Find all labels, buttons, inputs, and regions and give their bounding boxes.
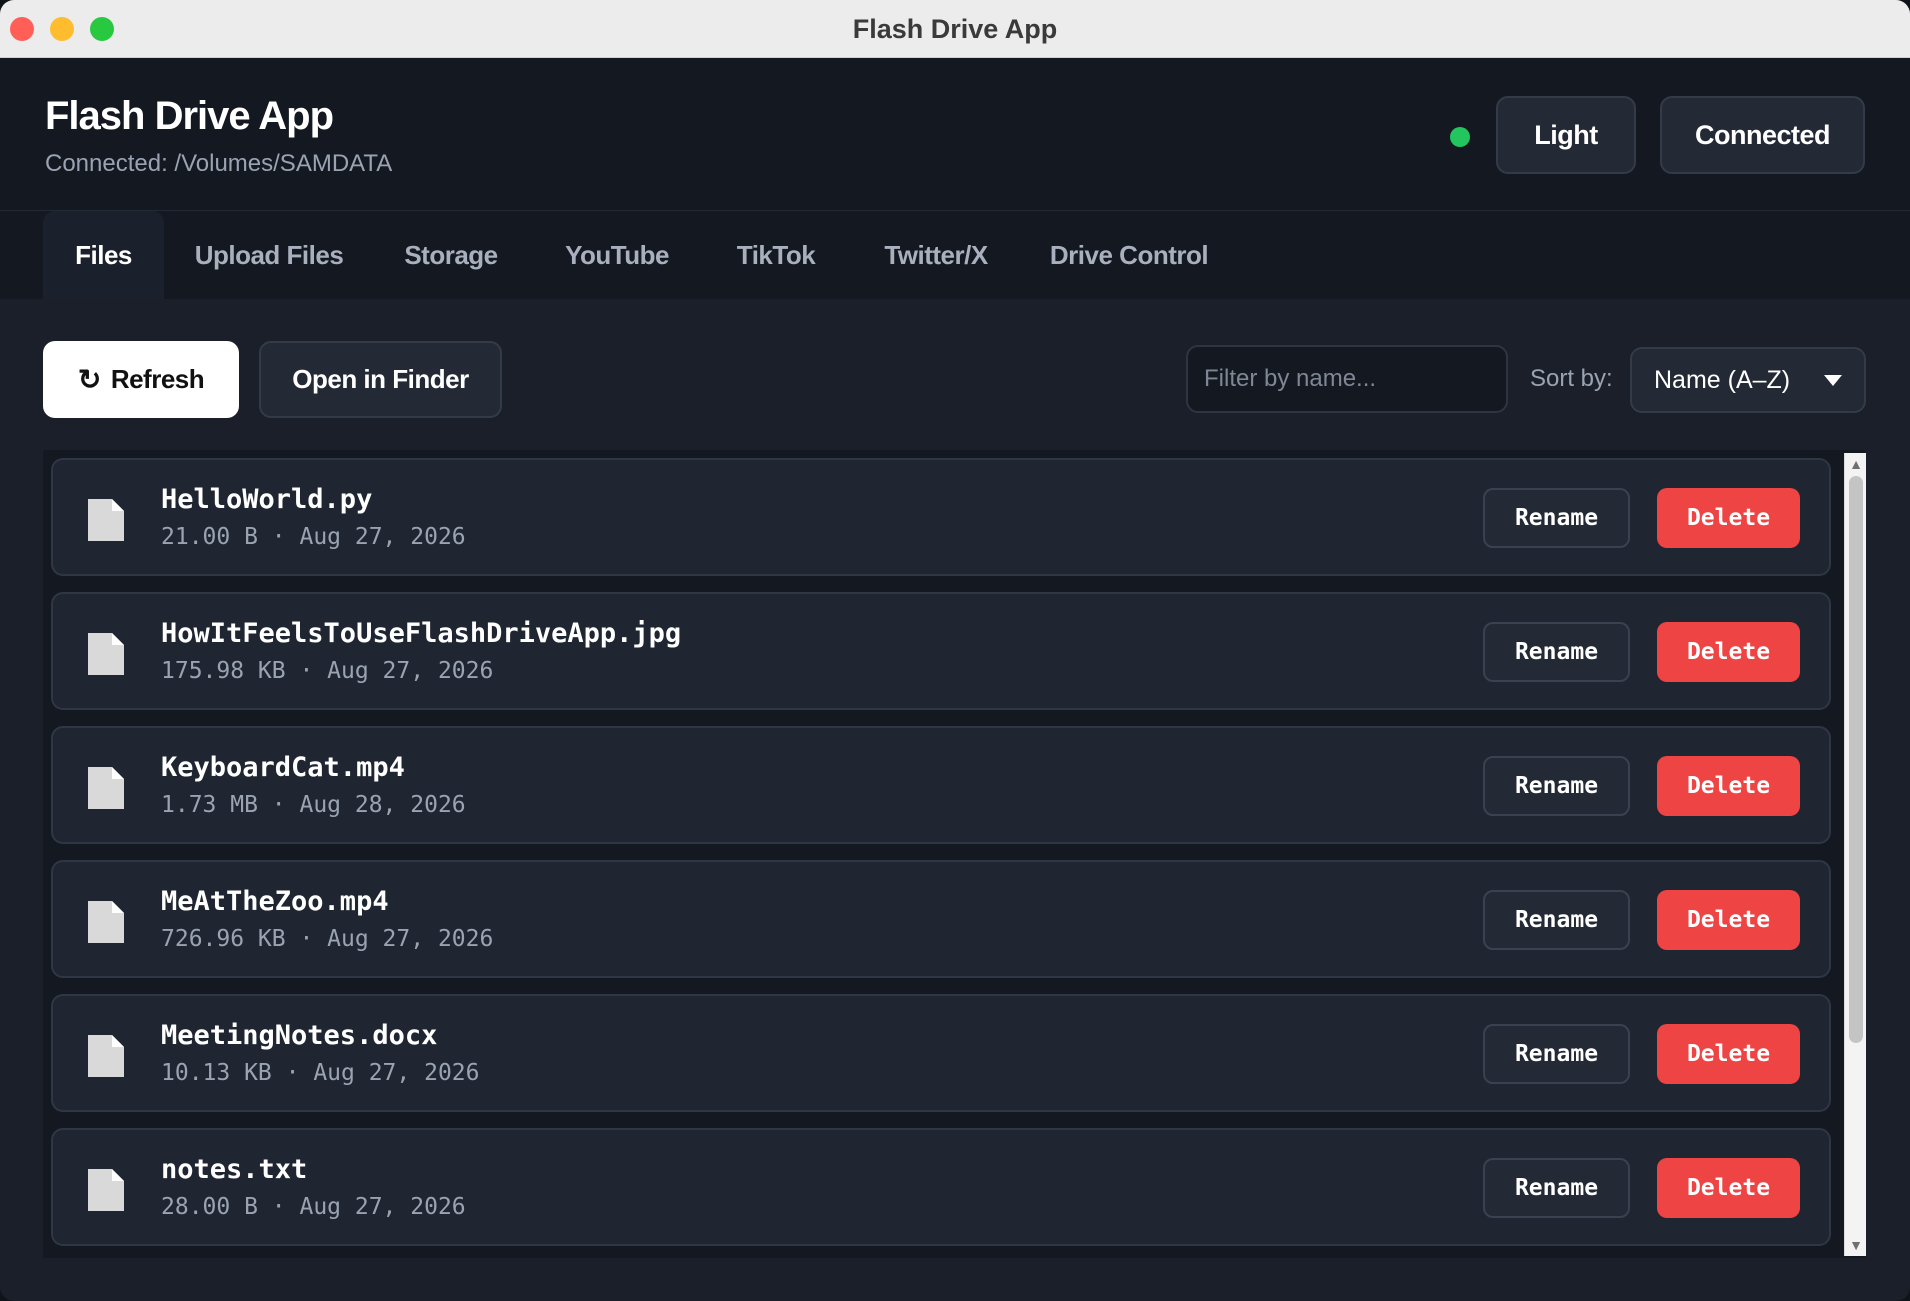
file-icon (88, 1169, 124, 1211)
scroll-down-arrow-icon[interactable]: ▼ (1845, 1236, 1867, 1254)
file-icon (88, 499, 124, 541)
tab-bar: Files Upload Files Storage YouTube TikTo… (0, 211, 1910, 299)
window-title: Flash Drive App (852, 14, 1058, 44)
file-list: HelloWorld.py 21.00 B · Aug 27, 2026 Ren… (43, 450, 1865, 1258)
file-name: MeetingNotes.docx (161, 1020, 438, 1051)
scroll-thumb[interactable] (1849, 476, 1863, 1043)
file-name: HelloWorld.py (161, 484, 373, 515)
rename-button[interactable]: Rename (1483, 622, 1630, 682)
file-row: HowItFeelsToUseFlashDriveApp.jpg 175.98 … (51, 592, 1831, 710)
file-row: KeyboardCat.mp4 1.73 MB · Aug 28, 2026 R… (51, 726, 1831, 844)
connection-status-dot (1450, 127, 1470, 147)
file-name: MeAtTheZoo.mp4 (161, 886, 389, 917)
rename-button[interactable]: Rename (1483, 890, 1630, 950)
tab-twitter-x[interactable]: Twitter/X (870, 211, 1002, 299)
rename-button[interactable]: Rename (1483, 1158, 1630, 1218)
file-list-scrollbar[interactable]: ▲ ▼ (1844, 453, 1866, 1256)
file-row: MeetingNotes.docx 10.13 KB · Aug 27, 202… (51, 994, 1831, 1112)
open-in-finder-button[interactable]: Open in Finder (259, 341, 502, 418)
app-window: Flash Drive App Flash Drive App Connecte… (0, 0, 1910, 1301)
sort-select[interactable]: Name (A–Z) (1630, 347, 1866, 413)
tab-youtube[interactable]: YouTube (552, 211, 682, 299)
connection-path: Connected: /Volumes/SAMDATA (45, 150, 393, 177)
file-meta: 726.96 KB · Aug 27, 2026 (161, 926, 494, 952)
file-name: KeyboardCat.mp4 (161, 752, 405, 783)
app-title: Flash Drive App (45, 94, 334, 138)
tab-files[interactable]: Files (43, 211, 164, 299)
rename-button[interactable]: Rename (1483, 488, 1630, 548)
app-header: Flash Drive App Connected: /Volumes/SAMD… (0, 58, 1910, 211)
refresh-label: Refresh (110, 364, 205, 394)
chevron-down-icon (1824, 375, 1842, 386)
file-name: HowItFeelsToUseFlashDriveApp.jpg (161, 618, 682, 649)
file-icon (88, 633, 124, 675)
tab-tiktok[interactable]: TikTok (724, 211, 828, 299)
file-meta: 1.73 MB · Aug 28, 2026 (161, 792, 466, 818)
refresh-button[interactable]: ↻ Refresh (43, 341, 239, 418)
delete-button[interactable]: Delete (1657, 488, 1800, 548)
file-meta: 21.00 B · Aug 27, 2026 (161, 524, 466, 550)
file-icon (88, 1035, 124, 1077)
tab-upload-files[interactable]: Upload Files (184, 211, 354, 299)
delete-button[interactable]: Delete (1657, 1158, 1800, 1218)
scroll-up-arrow-icon[interactable]: ▲ (1845, 455, 1867, 473)
file-meta: 175.98 KB · Aug 27, 2026 (161, 658, 494, 684)
file-row: notes.txt 28.00 B · Aug 27, 2026 Rename … (51, 1128, 1831, 1246)
delete-button[interactable]: Delete (1657, 622, 1800, 682)
tab-drive-control[interactable]: Drive Control (1044, 211, 1214, 299)
file-meta: 10.13 KB · Aug 27, 2026 (161, 1060, 480, 1086)
rename-button[interactable]: Rename (1483, 1024, 1630, 1084)
rename-button[interactable]: Rename (1483, 756, 1630, 816)
filter-input[interactable] (1186, 345, 1508, 413)
delete-button[interactable]: Delete (1657, 890, 1800, 950)
refresh-icon: ↻ (77, 364, 101, 395)
sort-label: Sort by: (1530, 365, 1613, 392)
file-name: notes.txt (161, 1154, 308, 1185)
sort-value: Name (A–Z) (1654, 365, 1791, 394)
file-icon (88, 767, 124, 809)
file-row: HelloWorld.py 21.00 B · Aug 27, 2026 Ren… (51, 458, 1831, 576)
title-bar: Flash Drive App (0, 0, 1910, 58)
delete-button[interactable]: Delete (1657, 1024, 1800, 1084)
connection-status-button[interactable]: Connected (1660, 96, 1865, 174)
file-row: MeAtTheZoo.mp4 726.96 KB · Aug 27, 2026 … (51, 860, 1831, 978)
delete-button[interactable]: Delete (1657, 756, 1800, 816)
file-meta: 28.00 B · Aug 27, 2026 (161, 1194, 466, 1220)
file-icon (88, 901, 124, 943)
theme-toggle-button[interactable]: Light (1496, 96, 1636, 174)
tab-storage[interactable]: Storage (392, 211, 510, 299)
